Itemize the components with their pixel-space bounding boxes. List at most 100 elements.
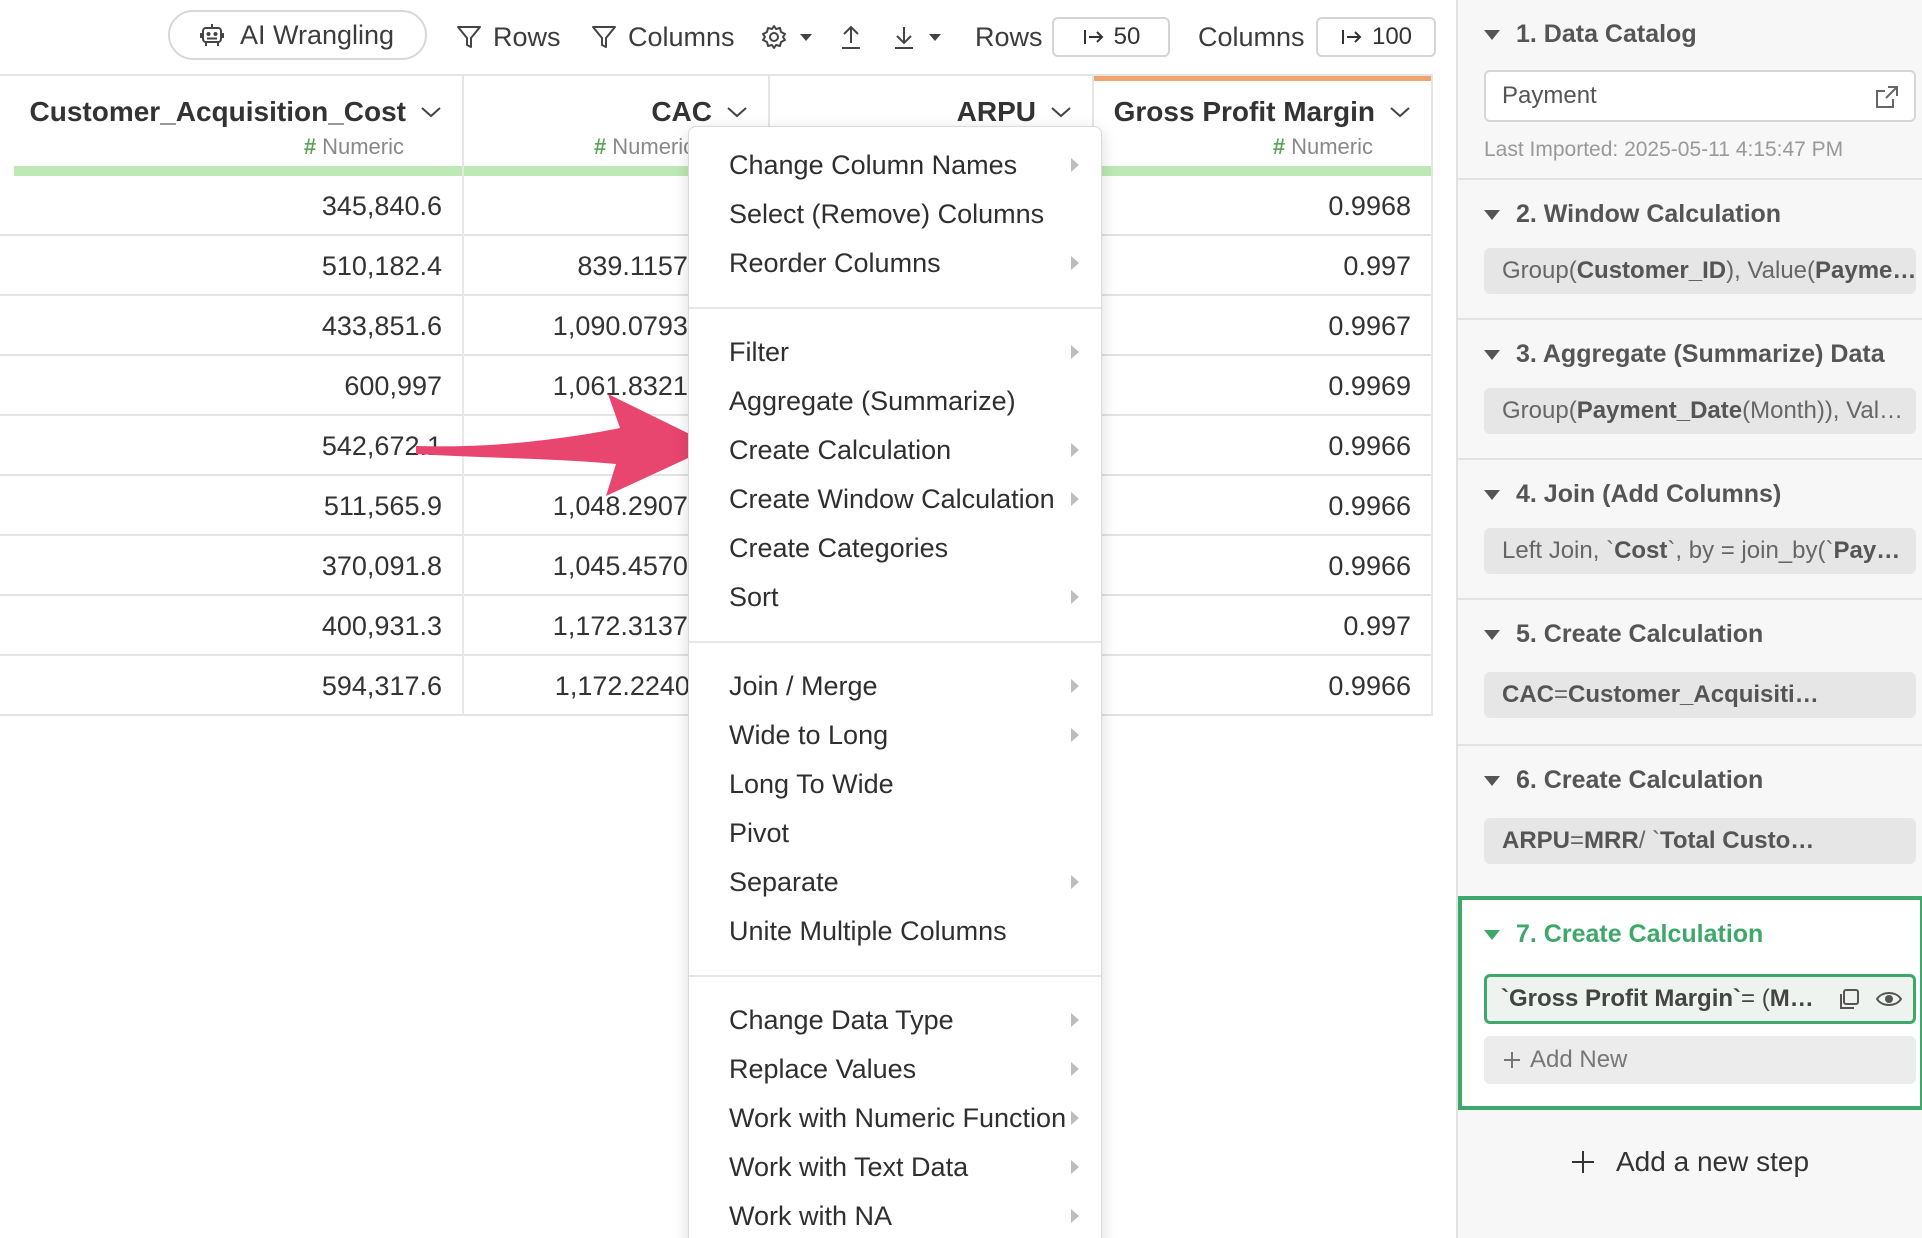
- submenu-chevron-icon: [1071, 590, 1079, 604]
- menu-item-change-data-type[interactable]: Change Data Type: [689, 996, 1101, 1045]
- menu-item-reorder-columns[interactable]: Reorder Columns: [689, 239, 1101, 288]
- menu-item-separate[interactable]: Separate: [689, 858, 1101, 907]
- copy-icon[interactable]: [1837, 987, 1861, 1011]
- table-cell[interactable]: 0.9967: [1094, 296, 1433, 356]
- column-context-menu: Change Column Names Select (Remove) Colum…: [688, 126, 1102, 1238]
- table-cell[interactable]: 0.9966: [1094, 476, 1433, 536]
- menu-item-change-column-names[interactable]: Change Column Names: [689, 141, 1101, 190]
- table-cell[interactable]: 0.997: [1094, 236, 1433, 296]
- submenu-chevron-icon: [1071, 1062, 1079, 1076]
- toolbar: AI Wrangling Rows Columns Rows 50 Column…: [0, 0, 1456, 74]
- menu-item-long-to-wide[interactable]: Long To Wide: [689, 760, 1101, 809]
- table-cell[interactable]: 433,851.6: [14, 296, 464, 356]
- menu-item-filter[interactable]: Filter: [689, 328, 1101, 377]
- add-a-new-step-button[interactable]: Add a new step: [1570, 1146, 1809, 1178]
- menu-separator: [689, 307, 1101, 309]
- submenu-chevron-icon: [1071, 1013, 1079, 1027]
- settings-dropdown[interactable]: [760, 0, 824, 74]
- submenu-chevron-icon: [1071, 1111, 1079, 1125]
- columns-filter-button[interactable]: Columns: [590, 0, 735, 74]
- filter-icon: [457, 26, 481, 48]
- download-dropdown[interactable]: [891, 0, 953, 74]
- step-summary[interactable]: Group(Customer_ID), Value(Payme…: [1484, 248, 1916, 294]
- table-cell[interactable]: 0.9966: [1094, 536, 1433, 596]
- chevron-down-icon[interactable]: [726, 105, 748, 119]
- table-cell[interactable]: 0.9968: [1094, 176, 1433, 236]
- menu-item-create-calculation[interactable]: Create Calculation: [689, 426, 1101, 475]
- columns-limit-value: 100: [1371, 23, 1413, 50]
- data-source-name: Payment: [1502, 82, 1597, 109]
- table-cell[interactable]: 400,931.3: [14, 596, 464, 656]
- chevron-down-icon[interactable]: [420, 105, 442, 119]
- ai-wrangling-button[interactable]: AI Wrangling: [168, 10, 427, 60]
- menu-item-work-with-na[interactable]: Work with NA: [689, 1192, 1101, 1238]
- menu-item-label: Long To Wide: [729, 769, 894, 799]
- gear-icon: [762, 25, 786, 49]
- table-cell[interactable]: 511,565.9: [14, 476, 464, 536]
- step-title[interactable]: 3. Aggregate (Summarize) Data: [1484, 340, 1885, 369]
- rows-limit-value: 50: [1113, 23, 1141, 50]
- submenu-chevron-icon: [1071, 345, 1079, 359]
- column-header-gross-profit-margin[interactable]: Gross Profit Margin # Numeric: [1094, 76, 1433, 176]
- step-title[interactable]: 7. Create Calculation: [1484, 920, 1763, 949]
- column-header-customer-acquisition-cost[interactable]: Customer_Acquisition_Cost # Numeric: [14, 76, 464, 176]
- menu-item-label: Work with NA: [729, 1201, 893, 1231]
- step-summary[interactable]: CAC = Customer_Acquisiti…: [1484, 672, 1916, 718]
- menu-item-create-window-calculation[interactable]: Create Window Calculation: [689, 475, 1101, 524]
- chevron-down-icon[interactable]: [1389, 105, 1411, 119]
- table-cell[interactable]: 370,091.8: [14, 536, 464, 596]
- menu-item-sort[interactable]: Sort: [689, 573, 1101, 622]
- table-cell[interactable]: 594,317.6: [14, 656, 464, 716]
- menu-item-work-with-text-data[interactable]: Work with Text Data: [689, 1143, 1101, 1192]
- upload-button[interactable]: [838, 0, 874, 74]
- step-title[interactable]: 5. Create Calculation: [1484, 620, 1763, 649]
- table-cell[interactable]: 510,182.4: [14, 236, 464, 296]
- collapse-triangle-icon: [1484, 629, 1500, 640]
- step-title[interactable]: 1. Data Catalog: [1484, 20, 1697, 49]
- column-quality-bar: [1094, 166, 1431, 176]
- collapse-triangle-icon: [1484, 775, 1500, 786]
- external-link-icon[interactable]: [1874, 84, 1900, 110]
- step-summary-selected[interactable]: `Gross Profit Margin` = (M…: [1484, 974, 1916, 1024]
- menu-item-label: Reorder Columns: [729, 248, 941, 278]
- menu-item-replace-values[interactable]: Replace Values: [689, 1045, 1101, 1094]
- menu-item-label: Join / Merge: [729, 671, 878, 701]
- step-summary[interactable]: ARPU = MRR / ` Total Custo…: [1484, 818, 1916, 864]
- table-cell[interactable]: 345,840.6: [14, 176, 464, 236]
- step-title[interactable]: 6. Create Calculation: [1484, 766, 1763, 795]
- menu-item-label: Sort: [729, 582, 779, 612]
- menu-item-wide-to-long[interactable]: Wide to Long: [689, 711, 1101, 760]
- table-cell[interactable]: 542,672.1: [14, 416, 464, 476]
- table-cell[interactable]: 0.9966: [1094, 656, 1433, 716]
- rows-limit-input[interactable]: 50: [1052, 17, 1170, 57]
- table-cell[interactable]: 600,997: [14, 356, 464, 416]
- chevron-down-icon[interactable]: [1050, 105, 1072, 119]
- step-summary[interactable]: Group(Payment_Date (Month)), Val…: [1484, 388, 1916, 434]
- submenu-chevron-icon: [1071, 679, 1079, 693]
- add-new-button[interactable]: Add New: [1484, 1036, 1916, 1084]
- rows-filter-button[interactable]: Rows: [455, 0, 561, 74]
- menu-item-work-with-numeric-function[interactable]: Work with Numeric Function: [689, 1094, 1101, 1143]
- table-cell[interactable]: 0.9969: [1094, 356, 1433, 416]
- submenu-chevron-icon: [1071, 1209, 1079, 1223]
- columns-limit-input[interactable]: 100: [1316, 17, 1436, 57]
- step-title[interactable]: 4. Join (Add Columns): [1484, 480, 1781, 509]
- menu-item-aggregate-summarize[interactable]: Aggregate (Summarize): [689, 377, 1101, 426]
- submenu-chevron-icon: [1071, 443, 1079, 457]
- data-catalog-source[interactable]: Payment: [1484, 70, 1916, 122]
- rows-limit-label: Rows: [975, 21, 1043, 52]
- menu-item-select-remove-columns[interactable]: Select (Remove) Columns: [689, 190, 1101, 239]
- menu-item-create-categories[interactable]: Create Categories: [689, 524, 1101, 573]
- step-summary[interactable]: Left Join, ` Cost `, by = join_by(` Pay…: [1484, 528, 1916, 574]
- step-title[interactable]: 2. Window Calculation: [1484, 200, 1781, 229]
- menu-item-label: Unite Multiple Columns: [729, 916, 1007, 946]
- menu-item-join-merge[interactable]: Join / Merge: [689, 662, 1101, 711]
- table-cell[interactable]: 0.9966: [1094, 416, 1433, 476]
- menu-item-unite-multiple-columns[interactable]: Unite Multiple Columns: [689, 907, 1101, 956]
- eye-icon[interactable]: [1875, 987, 1903, 1011]
- table-cell[interactable]: 0.997: [1094, 596, 1433, 656]
- submenu-chevron-icon: [1071, 492, 1079, 506]
- submenu-chevron-icon: [1071, 256, 1079, 270]
- menu-item-pivot[interactable]: Pivot: [689, 809, 1101, 858]
- jump-to-icon: [1341, 30, 1362, 44]
